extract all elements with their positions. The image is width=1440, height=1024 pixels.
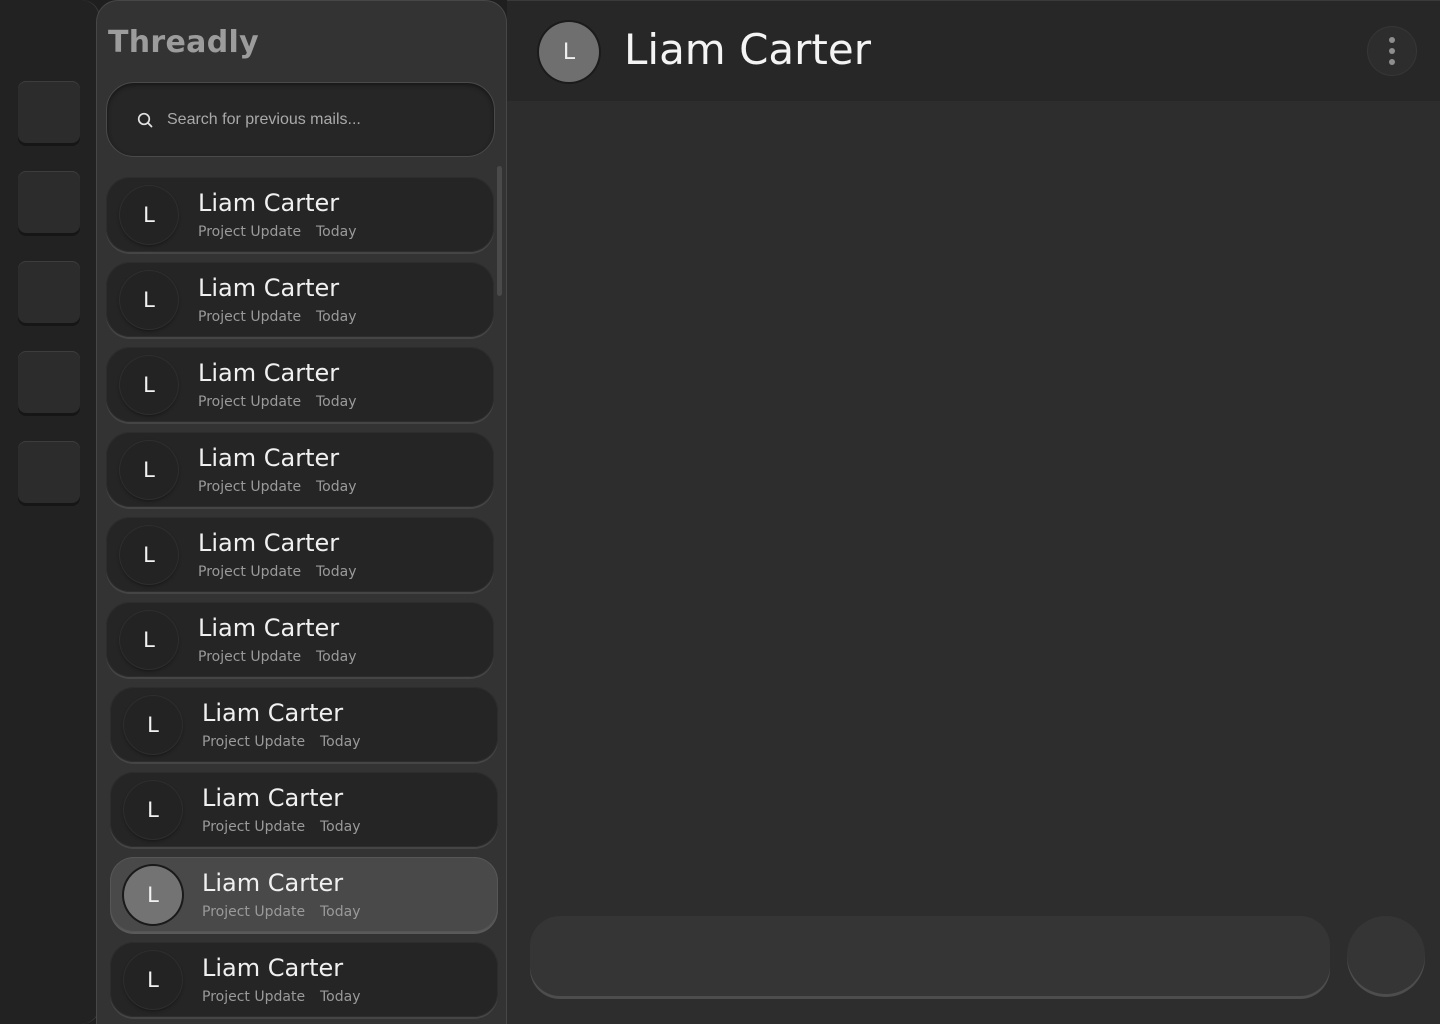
mail-list-panel: Threadly L Liam Carter Project Update Today…	[96, 0, 507, 1024]
mail-date: Today	[320, 989, 361, 1005]
mail-subject: Project Update	[198, 309, 302, 325]
avatar: L	[124, 866, 182, 924]
avatar: L	[120, 611, 178, 669]
left-rail	[0, 0, 100, 1024]
rail-button-4[interactable]	[18, 351, 80, 413]
mail-list-item[interactable]: L Liam Carter Project Update Today	[106, 602, 494, 677]
mail-list-item[interactable]: L Liam Carter Project Update Today	[110, 857, 498, 932]
mail-subject: Project Update	[202, 904, 306, 920]
mail-list-item[interactable]: L Liam Carter Project Update Today	[106, 177, 494, 252]
mail-list-item[interactable]: L Liam Carter Project Update Today	[106, 432, 494, 507]
mail-sender-name: Liam Carter	[202, 699, 344, 727]
mail-subject: Project Update	[198, 564, 302, 580]
mail-sender-name: Liam Carter	[198, 614, 340, 642]
mail-sender-name: Liam Carter	[202, 784, 344, 812]
mail-list-item[interactable]: L Liam Carter Project Update Today	[106, 262, 494, 337]
more-vertical-icon-dot	[1389, 59, 1395, 65]
mail-date: Today	[316, 479, 357, 495]
mail-list-scrollbar[interactable]	[497, 166, 502, 296]
conversation-title: Liam Carter	[624, 25, 871, 74]
mail-list-item[interactable]: L Liam Carter Project Update Today	[106, 347, 494, 422]
mail-date: Today	[316, 564, 357, 580]
avatar: L	[124, 696, 182, 754]
send-button[interactable]	[1347, 916, 1425, 994]
avatar: L	[120, 186, 178, 244]
conversation-header: L Liam Carter	[507, 0, 1440, 101]
message-composer-input[interactable]	[530, 916, 1330, 996]
mail-date: Today	[316, 309, 357, 325]
mail-list-item[interactable]: L Liam Carter Project Update Today	[110, 942, 498, 1017]
avatar: L	[120, 271, 178, 329]
mail-sender-name: Liam Carter	[198, 359, 340, 387]
mail-subject: Project Update	[202, 734, 306, 750]
avatar: L	[124, 781, 182, 839]
avatar: L	[120, 356, 178, 414]
mail-subject: Project Update	[198, 394, 302, 410]
mail-date: Today	[316, 649, 357, 665]
rail-button-5[interactable]	[18, 441, 80, 503]
more-vertical-icon	[1389, 37, 1395, 43]
mail-subject: Project Update	[202, 819, 306, 835]
mail-list-item[interactable]: L Liam Carter Project Update Today	[106, 517, 494, 592]
mail-sender-name: Liam Carter	[198, 274, 340, 302]
mail-sender-name: Liam Carter	[198, 444, 340, 472]
mail-date: Today	[320, 819, 361, 835]
mail-subject: Project Update	[198, 224, 302, 240]
mail-sender-name: Liam Carter	[202, 869, 344, 897]
rail-button-1[interactable]	[18, 81, 80, 143]
more-options-button[interactable]	[1367, 26, 1417, 76]
mail-sender-name: Liam Carter	[198, 189, 340, 217]
conversation-pane: L Liam Carter	[507, 0, 1440, 1024]
app-root: Threadly L Liam Carter Project Update Today…	[0, 0, 1440, 1024]
search-input[interactable]	[167, 107, 467, 133]
mail-subject: Project Update	[198, 649, 302, 665]
mail-date: Today	[320, 904, 361, 920]
mail-date: Today	[320, 734, 361, 750]
more-vertical-icon-dot	[1389, 48, 1395, 54]
mail-list-item[interactable]: L Liam Carter Project Update Today	[110, 772, 498, 847]
avatar: L	[120, 441, 178, 499]
mail-subject: Project Update	[202, 989, 306, 1005]
rail-button-2[interactable]	[18, 171, 80, 233]
mail-list-item[interactable]: L Liam Carter Project Update Today	[110, 687, 498, 762]
app-brand: Threadly	[108, 25, 259, 60]
mail-sender-name: Liam Carter	[198, 529, 340, 557]
avatar: L	[120, 526, 178, 584]
mail-date: Today	[316, 224, 357, 240]
mail-subject: Project Update	[198, 479, 302, 495]
search-icon	[137, 112, 153, 128]
mail-date: Today	[316, 394, 357, 410]
conversation-avatar: L	[539, 22, 599, 82]
search-box[interactable]	[106, 82, 495, 157]
mail-sender-name: Liam Carter	[202, 954, 344, 982]
rail-button-3[interactable]	[18, 261, 80, 323]
avatar: L	[124, 951, 182, 1009]
